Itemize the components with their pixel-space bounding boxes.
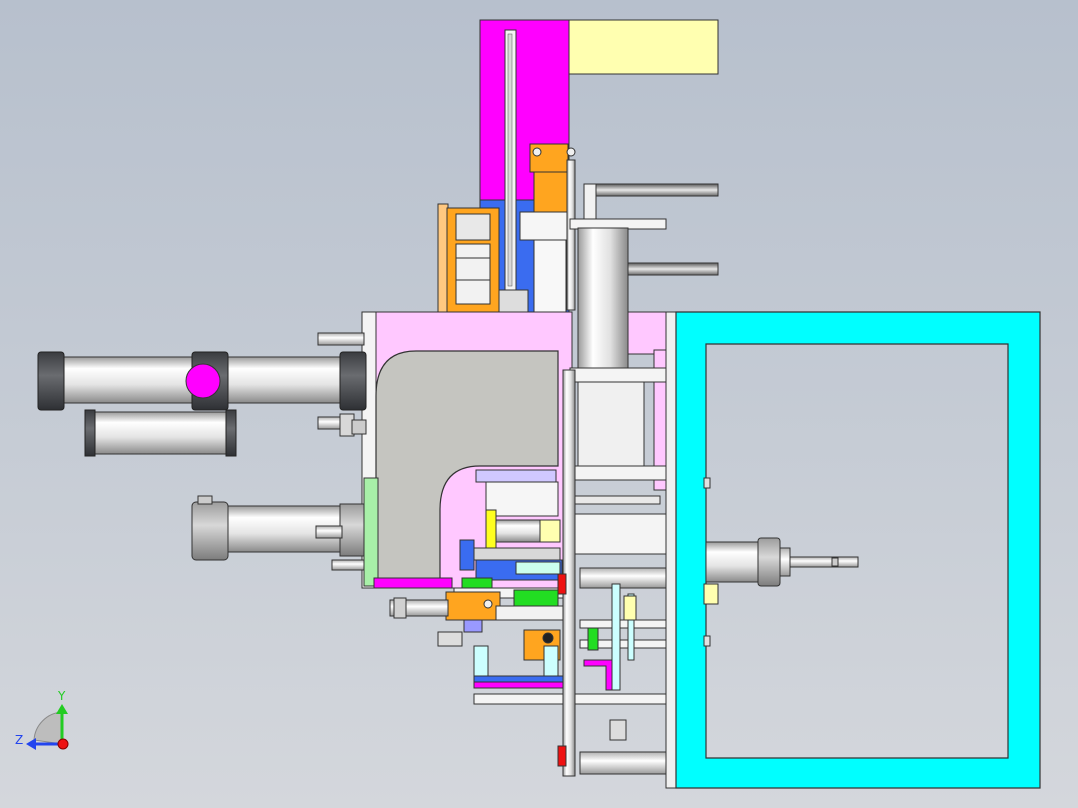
red-stop-upper — [557, 573, 567, 595]
blue-link — [463, 619, 483, 633]
triad-origin — [57, 738, 69, 750]
lavender-block — [475, 469, 557, 483]
lower-cylinder-nipple — [197, 495, 213, 505]
cyan-post-right — [543, 645, 559, 681]
column-bottom-block — [497, 289, 529, 313]
clamp-screw — [532, 147, 542, 157]
vertical-guide-rod — [562, 369, 576, 777]
bolt-fixture — [437, 631, 463, 647]
cylinder-end-cap-left — [37, 351, 65, 411]
blue-block-small — [459, 539, 475, 571]
y-axis-arrow — [56, 704, 68, 714]
green-indicator — [587, 627, 599, 651]
lower-rod-2 — [331, 559, 365, 571]
assembly-drawing: Y Z — [15, 19, 1041, 789]
magenta-port-marker — [185, 363, 221, 399]
vertical-pin — [566, 159, 576, 311]
yellow-top-plate — [568, 19, 719, 75]
orange-foot-hole — [542, 632, 554, 644]
cyan-post-left — [473, 645, 489, 681]
shaft-tip — [539, 519, 561, 543]
cad-viewport[interactable]: Y Z — [0, 0, 1078, 808]
blue-bar-low — [473, 675, 567, 683]
right-cylinder — [705, 537, 859, 587]
red-stop-lower — [557, 745, 567, 767]
white-sensor-block — [533, 239, 567, 313]
guide-rail-inner — [507, 33, 513, 287]
right-cylinder-body — [705, 541, 763, 583]
small-clip-lower — [703, 635, 711, 647]
arm-bar-top — [583, 183, 719, 197]
frame-top-cap — [455, 213, 491, 241]
gray-guide — [473, 547, 561, 561]
right-rod-tip — [831, 557, 839, 567]
arm-vertical — [583, 183, 597, 221]
orange-clamp-mid — [533, 171, 569, 213]
second-cylinder-body — [89, 411, 231, 455]
green-block — [513, 589, 559, 607]
z-axis-arrow — [26, 738, 36, 750]
right-cylinder-cap — [757, 537, 781, 587]
orange-clamp-screw — [483, 599, 493, 609]
linear-block — [519, 211, 569, 241]
small-yellow — [623, 595, 637, 621]
white-inner-plate — [485, 481, 559, 517]
green-clamp — [461, 577, 493, 589]
right-cylinder-neck — [779, 547, 791, 577]
horizontal-rod-2 — [579, 751, 671, 775]
yellow-tab — [703, 583, 719, 605]
lower-cylinder-cap — [191, 501, 229, 561]
bolt-low — [609, 719, 627, 741]
magenta-bracket — [583, 659, 613, 691]
slider-plate — [495, 605, 567, 621]
cyan-strip — [515, 561, 561, 575]
lower-rod — [315, 525, 343, 539]
pin-rod-head — [393, 597, 407, 619]
rod-nut — [351, 419, 367, 435]
right-cylinder-rod — [789, 556, 859, 568]
small-clip-upper — [703, 477, 711, 489]
frame-plate-c — [569, 465, 667, 481]
left-pneumatic-cylinders — [37, 332, 367, 571]
big-vertical-cylinder — [577, 227, 629, 379]
frame-window — [455, 243, 491, 305]
second-cylinder-cap-left — [84, 409, 96, 457]
y-axis-label: Y — [57, 689, 66, 703]
frame-plate-b — [577, 381, 645, 467]
frame-plate-e — [569, 495, 661, 505]
second-cylinder-cap-right — [225, 409, 237, 457]
cylinder-rod-upper — [317, 332, 365, 346]
frame-plate-a — [569, 367, 667, 383]
lower-cylinder-front-cap — [339, 503, 365, 557]
green-side-plate — [363, 477, 379, 587]
triad-arc — [33, 711, 63, 745]
cyan-rail-right — [611, 583, 621, 691]
clamp-screw — [566, 147, 576, 157]
magenta-base-strip — [373, 577, 453, 589]
z-axis-label: Z — [15, 733, 23, 747]
pink-right-plate — [627, 311, 669, 355]
coordinate-triad: Y Z — [15, 689, 69, 750]
frame-plate-d — [569, 513, 667, 555]
cylinder-end-cap-right — [339, 351, 367, 411]
thin-rod-1 — [579, 619, 671, 629]
arm-bar-bottom — [627, 262, 719, 276]
horizontal-rod-1 — [579, 567, 671, 589]
